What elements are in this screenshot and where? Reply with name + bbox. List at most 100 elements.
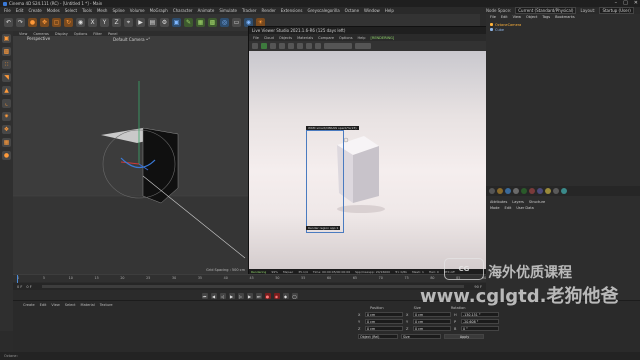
viewport-menu-cameras[interactable]: Cameras bbox=[33, 32, 49, 36]
object-manager-menu-bookmarks[interactable]: Bookmarks bbox=[555, 15, 575, 19]
restart-render-icon[interactable] bbox=[261, 43, 267, 49]
stop-render-icon[interactable] bbox=[279, 43, 285, 49]
points-mode-icon[interactable]: ∷ bbox=[2, 60, 11, 69]
region-render-icon[interactable] bbox=[288, 43, 294, 49]
menu-item-mograph[interactable]: MoGraph bbox=[150, 8, 168, 13]
redo-icon[interactable]: ↷ bbox=[16, 18, 25, 27]
object-manager-menu-object[interactable]: Object bbox=[526, 15, 537, 19]
material-ball-icon[interactable] bbox=[529, 188, 535, 194]
render-picture-viewer-icon[interactable]: ▤ bbox=[148, 18, 157, 27]
attributes-menu-item[interactable]: User Data bbox=[516, 206, 533, 210]
tweak-mode-icon[interactable]: ✷ bbox=[2, 112, 11, 121]
z-axis-icon[interactable]: Z bbox=[112, 18, 121, 27]
render-region-box[interactable] bbox=[306, 130, 344, 233]
menu-item-simulate[interactable]: Simulate bbox=[219, 8, 237, 13]
attributes-tab-attributes[interactable]: Attributes bbox=[490, 200, 507, 204]
next-key-icon[interactable]: ▶ bbox=[246, 293, 253, 299]
menu-item-help[interactable]: Help bbox=[385, 8, 394, 13]
material-ball-icon[interactable] bbox=[537, 188, 543, 194]
position-field[interactable]: 0 cm bbox=[365, 326, 403, 331]
material-picker-icon[interactable] bbox=[306, 43, 312, 49]
menu-item-create[interactable]: Create bbox=[28, 8, 41, 13]
rotation-field[interactable]: -20.608 ° bbox=[461, 319, 499, 324]
menu-item-modes[interactable]: Modes bbox=[47, 8, 60, 13]
material-ball-icon[interactable] bbox=[553, 188, 559, 194]
go-to-end-icon[interactable]: ⏭ bbox=[255, 293, 262, 299]
scale-icon[interactable]: ▢ bbox=[52, 18, 61, 27]
material-menu-edit[interactable]: Edit bbox=[40, 303, 47, 307]
current-frame[interactable]: 0 F bbox=[26, 285, 31, 289]
render-settings-icon[interactable]: ⚙ bbox=[160, 18, 169, 27]
record-icon[interactable]: ● bbox=[264, 293, 271, 299]
menu-item-volume[interactable]: Volume bbox=[130, 8, 145, 13]
timeline-ruler[interactable]: 0 5 10 15 20 25 30 35 40 45 50 55 60 65 70 75 80 85 90 bbox=[13, 274, 486, 283]
layout-dropdown[interactable]: Startup (User) bbox=[599, 7, 634, 14]
previous-key-icon[interactable]: ◀ bbox=[210, 293, 217, 299]
menu-item-window[interactable]: Window bbox=[364, 8, 380, 13]
size-mode-dropdown[interactable]: Size bbox=[401, 334, 441, 339]
move-icon[interactable]: ✥ bbox=[40, 18, 49, 27]
material-ball-icon[interactable] bbox=[513, 188, 519, 194]
size-field[interactable]: 0 cm bbox=[413, 326, 451, 331]
attributes-menu-item[interactable]: Edit bbox=[505, 206, 512, 210]
start-frame[interactable]: 0 F bbox=[17, 285, 22, 289]
cube-icon[interactable]: ▣ bbox=[172, 18, 181, 27]
size-field[interactable]: 0 cm bbox=[413, 319, 451, 324]
material-menu-view[interactable]: View bbox=[51, 303, 59, 307]
material-ball-icon[interactable] bbox=[497, 188, 503, 194]
live-viewer-menu-item[interactable]: Materials bbox=[297, 36, 313, 40]
menu-item-character[interactable]: Character bbox=[173, 8, 193, 13]
size-field[interactable]: 0 cm bbox=[413, 312, 451, 317]
floor-icon[interactable]: ▭ bbox=[232, 18, 241, 27]
deformer-icon[interactable]: ◎ bbox=[220, 18, 229, 27]
next-frame-icon[interactable]: ▷ bbox=[237, 293, 244, 299]
coordinate-mode-dropdown[interactable]: Object (Rel) bbox=[358, 334, 398, 339]
menu-item-file[interactable]: File bbox=[4, 8, 11, 13]
viewport-menu-panel[interactable]: Panel bbox=[108, 32, 117, 36]
close-icon[interactable]: ✕ bbox=[634, 0, 638, 6]
edges-mode-icon[interactable]: ◥ bbox=[2, 73, 11, 82]
rotation-field[interactable]: 0 ° bbox=[461, 326, 499, 331]
send-scene-icon[interactable] bbox=[252, 43, 258, 49]
menu-item-animate[interactable]: Animate bbox=[198, 8, 215, 13]
pause-render-icon[interactable] bbox=[270, 43, 276, 49]
material-ball-icon[interactable] bbox=[545, 188, 551, 194]
model-mode-icon[interactable]: ▣ bbox=[2, 34, 11, 43]
material-menu-create[interactable]: Create bbox=[23, 303, 35, 307]
object-row[interactable]: Cube bbox=[486, 27, 640, 32]
workplane-icon[interactable]: ▦ bbox=[2, 138, 11, 147]
playhead[interactable] bbox=[17, 275, 18, 283]
motion-system-icon[interactable]: ◯ bbox=[291, 293, 298, 299]
y-axis-icon[interactable]: Y bbox=[100, 18, 109, 27]
object-manager-menu-file[interactable]: File bbox=[490, 15, 496, 19]
material-ball-icon[interactable] bbox=[521, 188, 527, 194]
live-selection-icon[interactable]: ● bbox=[28, 18, 37, 27]
maximize-icon[interactable]: □ bbox=[623, 0, 628, 6]
rotation-field[interactable]: -130.151 ° bbox=[461, 312, 499, 317]
autokey-icon[interactable]: ◉ bbox=[273, 293, 280, 299]
menu-item-spline[interactable]: Spline bbox=[112, 8, 124, 13]
snap-icon[interactable]: ❖ bbox=[2, 125, 11, 134]
object-name[interactable]: Cube bbox=[495, 28, 504, 32]
axis-mode-icon[interactable]: ⌞ bbox=[2, 99, 11, 108]
material-ball-icon[interactable] bbox=[505, 188, 511, 194]
live-viewer-menu-item[interactable]: [RENDERING] bbox=[371, 36, 395, 40]
menu-item-mesh[interactable]: Mesh bbox=[97, 8, 108, 13]
recent-tools-icon[interactable]: ◉ bbox=[76, 18, 85, 27]
object-manager-menu-edit[interactable]: Edit bbox=[501, 15, 508, 19]
viewport-menu-filter[interactable]: Filter bbox=[93, 32, 102, 36]
live-viewer-menu-item[interactable]: Objects bbox=[279, 36, 292, 40]
x-axis-icon[interactable]: X bbox=[88, 18, 97, 27]
rotate-icon[interactable]: ↻ bbox=[64, 18, 73, 27]
polygons-mode-icon[interactable]: ▲ bbox=[2, 86, 11, 95]
range-bar[interactable] bbox=[41, 285, 465, 288]
coordinate-system-icon[interactable]: ⌖ bbox=[124, 18, 133, 27]
texture-mode-icon[interactable]: ▩ bbox=[2, 47, 11, 56]
menu-item-edit[interactable]: Edit bbox=[16, 8, 24, 13]
menu-item-extensions[interactable]: Extensions bbox=[281, 8, 303, 13]
live-viewer-menu-item[interactable]: Help bbox=[358, 36, 366, 40]
material-ball-icon[interactable] bbox=[489, 188, 495, 194]
position-field[interactable]: 0 cm bbox=[365, 312, 403, 317]
menu-item-tracker[interactable]: Tracker bbox=[242, 8, 256, 13]
material-menu-texture[interactable]: Texture bbox=[100, 303, 113, 307]
